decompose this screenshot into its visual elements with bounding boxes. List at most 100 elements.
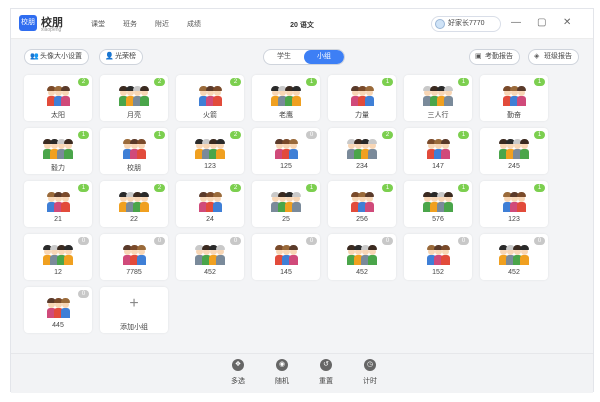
group-card[interactable]: 1 老鹰 [252, 75, 320, 121]
close-icon[interactable]: ✕ [563, 17, 571, 28]
avatar-size-button[interactable]: 👥头像大小设置 [24, 49, 89, 65]
group-card[interactable]: 1 25 [252, 181, 320, 227]
group-members-illustration [176, 245, 244, 265]
minimize-icon[interactable]: — [511, 17, 521, 28]
group-card[interactable]: 0 452 [480, 234, 548, 280]
nav-item-class[interactable]: 课堂 [91, 19, 105, 29]
nav-item-scores[interactable]: 成绩 [187, 19, 201, 29]
class-report-label: 班级报告 [544, 53, 572, 60]
group-card[interactable]: 0 452 [328, 234, 396, 280]
timer-button[interactable]: ◷ 计时 [355, 359, 385, 386]
group-card[interactable]: 1 123 [480, 181, 548, 227]
group-card[interactable]: 2 234 [328, 128, 396, 174]
app-logo-icon: 校朋 [19, 15, 37, 31]
attendance-report-button[interactable]: ▣ 考勤报告 [469, 49, 520, 65]
group-name: 234 [356, 163, 368, 170]
score-badge: 1 [382, 184, 393, 192]
group-card[interactable]: 2 22 [100, 181, 168, 227]
multi-select-button[interactable]: ❖ 多选 [223, 359, 253, 386]
group-card[interactable]: 1 245 [480, 128, 548, 174]
random-label: 随机 [275, 378, 289, 385]
random-button[interactable]: ◉ 随机 [267, 359, 297, 386]
reset-button[interactable]: ↺ 重置 [311, 359, 341, 386]
group-card[interactable]: 1 576 [404, 181, 472, 227]
people-icon: 👥 [30, 53, 39, 60]
score-badge: 0 [458, 237, 469, 245]
group-members-illustration [480, 86, 548, 106]
group-name: 力量 [355, 112, 369, 119]
group-card[interactable]: 0 145 [252, 234, 320, 280]
group-name: 7785 [126, 269, 142, 276]
toolbar: 👥头像大小设置 👤光荣榜 学生 小组 ▣ 考勤报告 ◈ 班级报告 [11, 45, 593, 69]
group-card[interactable]: 0 125 [252, 128, 320, 174]
nav-item-affairs[interactable]: 班务 [123, 19, 137, 29]
group-card[interactable]: 1 256 [328, 181, 396, 227]
group-members-illustration [100, 86, 168, 106]
view-toggle: 学生 小组 [263, 49, 345, 65]
group-card[interactable]: 2 123 [176, 128, 244, 174]
group-members-illustration [100, 192, 168, 212]
tab-group[interactable]: 小组 [304, 50, 344, 64]
member-avatar [288, 139, 298, 159]
group-members-illustration [404, 245, 472, 265]
group-card[interactable]: 0 7785 [100, 234, 168, 280]
group-card[interactable]: 1 力量 [328, 75, 396, 121]
score-badge: 0 [154, 237, 165, 245]
random-icon: ◉ [276, 359, 288, 371]
score-badge: 0 [78, 237, 89, 245]
group-card[interactable]: 1 147 [404, 128, 472, 174]
add-group-button[interactable]: + 添加小组 [100, 287, 168, 333]
group-name: 147 [432, 163, 444, 170]
group-name: 21 [54, 216, 62, 223]
group-members-illustration [24, 139, 92, 159]
group-members-illustration [176, 192, 244, 212]
group-name: 452 [204, 269, 216, 276]
nav-item-nearby[interactable]: 附近 [155, 19, 169, 29]
member-avatar [364, 86, 374, 106]
member-avatar [212, 192, 222, 212]
class-report-button[interactable]: ◈ 班级报告 [528, 49, 579, 65]
group-name: 22 [130, 216, 138, 223]
group-name: 勤奋 [507, 112, 521, 119]
group-card[interactable]: 0 12 [24, 234, 92, 280]
member-avatar [212, 86, 222, 106]
restore-icon[interactable]: ▢ [537, 17, 546, 28]
score-badge: 0 [534, 237, 545, 245]
person-icon: 👤 [105, 53, 114, 60]
member-avatar [136, 139, 146, 159]
member-avatar [444, 192, 453, 212]
member-avatar [368, 139, 377, 159]
group-name: 三人行 [427, 112, 449, 119]
member-avatar [216, 139, 225, 159]
group-card[interactable]: 1 校朋 [100, 128, 168, 174]
group-name: 太阳 [51, 112, 65, 119]
tab-student[interactable]: 学生 [264, 50, 304, 64]
user-name: 好家长7770 [448, 20, 485, 27]
honor-list-button[interactable]: 👤光荣榜 [99, 49, 143, 65]
score-badge: 1 [534, 184, 545, 192]
bottom-action-bar: ❖ 多选 ◉ 随机 ↺ 重置 ◷ 计时 [11, 353, 593, 393]
group-card[interactable]: 2 24 [176, 181, 244, 227]
group-card[interactable]: 2 月亮 [100, 75, 168, 121]
group-card[interactable]: 1 勤奋 [480, 75, 548, 121]
group-card[interactable]: 1 21 [24, 181, 92, 227]
user-menu[interactable]: 好家长7770 [431, 16, 501, 32]
member-avatar [60, 86, 70, 106]
score-badge: 1 [78, 131, 89, 139]
title-bar: 校朋 校朋 xiaopeng 课堂 班务 附近 成绩 20 语文 好家长7770… [11, 9, 593, 39]
plus-icon: + [129, 295, 139, 312]
group-name: 256 [356, 216, 368, 223]
group-card[interactable]: 2 太阳 [24, 75, 92, 121]
group-card[interactable]: 1 毅力 [24, 128, 92, 174]
group-card[interactable]: 2 火箭 [176, 75, 244, 121]
score-badge: 1 [306, 78, 317, 86]
group-card[interactable]: 0 452 [176, 234, 244, 280]
group-name: 576 [432, 216, 444, 223]
group-card[interactable]: 0 445 [24, 287, 92, 333]
score-badge: 1 [154, 131, 165, 139]
group-members-illustration [252, 192, 320, 212]
group-card[interactable]: 0 152 [404, 234, 472, 280]
group-card[interactable]: 1 三人行 [404, 75, 472, 121]
avatar [435, 19, 445, 29]
score-badge: 2 [230, 184, 241, 192]
